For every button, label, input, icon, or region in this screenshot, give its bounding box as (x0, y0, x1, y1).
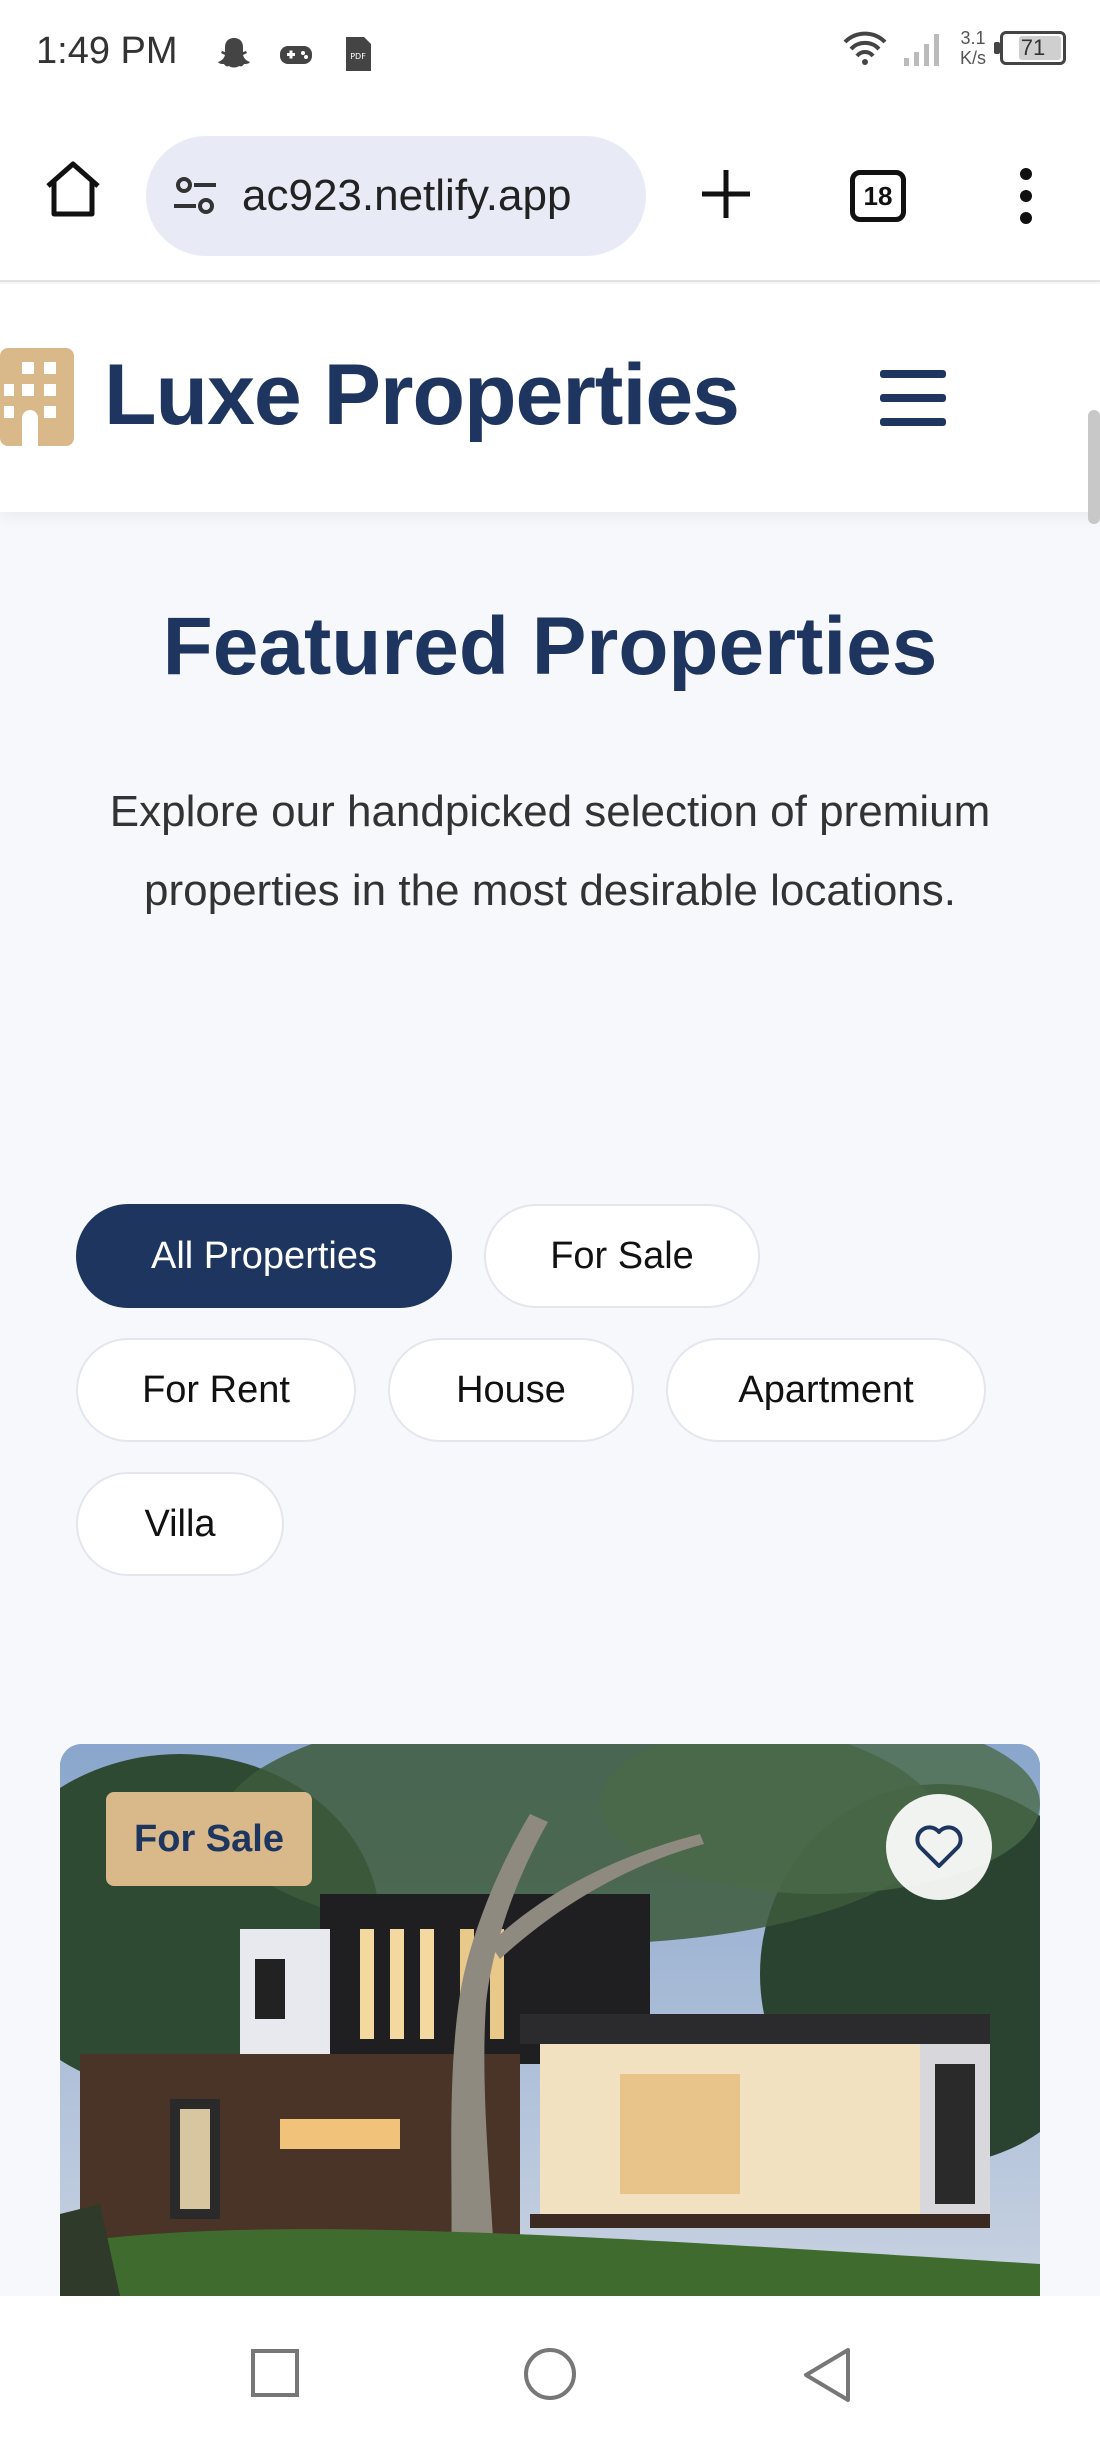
svg-text:PDF: PDF (350, 52, 366, 61)
net-speed-value: 3.1 (960, 28, 986, 48)
battery-level: 71 (1020, 35, 1046, 60)
net-speed: 3.1 K/s (960, 28, 986, 68)
recent-apps-icon[interactable] (250, 2348, 300, 2398)
filter-all-properties[interactable]: All Properties (76, 1204, 452, 1308)
tab-count: 18 (863, 181, 893, 211)
building-icon[interactable] (0, 348, 74, 446)
home-circle-icon[interactable] (522, 2346, 578, 2402)
system-nav-bar (0, 2296, 1100, 2444)
site-settings-icon[interactable] (170, 170, 222, 222)
pdf-file-icon: PDF (346, 37, 371, 71)
filter-house[interactable]: House (388, 1338, 634, 1442)
back-icon[interactable] (800, 2346, 854, 2404)
plus-icon[interactable] (696, 164, 756, 224)
status-bar: 1:49 PM PDF 3.1 K/s 71 (0, 0, 1100, 112)
notification-icons: PDF (214, 34, 378, 74)
section-title: Featured Properties (162, 601, 938, 692)
filter-for-rent[interactable]: For Rent (76, 1338, 356, 1442)
battery-icon: 71 (994, 31, 1066, 65)
filter-apartment[interactable]: Apartment (666, 1338, 986, 1442)
address-bar[interactable]: ac923.netlify.app (146, 136, 646, 256)
more-vert-icon[interactable] (1010, 164, 1042, 228)
url-text: ac923.netlify.app (242, 171, 572, 220)
site-header: Luxe Properties (0, 284, 1100, 512)
gamepad-icon (280, 46, 312, 64)
property-card[interactable]: For Sale (60, 1744, 1040, 2296)
heart-icon (915, 1825, 963, 1868)
wifi-icon (843, 31, 887, 65)
hamburger-icon[interactable] (880, 368, 946, 428)
net-speed-unit: K/s (959, 48, 986, 68)
signal-icon (903, 34, 939, 66)
snapchat-icon (218, 38, 250, 68)
section-description: Explore our handpicked selection of prem… (109, 787, 991, 915)
scrollbar[interactable] (1088, 410, 1100, 524)
browser-toolbar: ac923.netlify.app 18 (0, 112, 1100, 282)
tabs-icon[interactable]: 18 (850, 170, 906, 222)
status-right: 3.1 K/s 71 (842, 28, 1066, 68)
status-badge: For Sale (106, 1792, 312, 1886)
brand-name[interactable]: Luxe Properties (104, 346, 740, 445)
favorite-button[interactable] (886, 1794, 992, 1900)
status-time: 1:49 PM (36, 30, 178, 72)
filter-villa[interactable]: Villa (76, 1472, 284, 1576)
home-icon[interactable] (40, 156, 106, 222)
filter-for-sale[interactable]: For Sale (484, 1204, 760, 1308)
